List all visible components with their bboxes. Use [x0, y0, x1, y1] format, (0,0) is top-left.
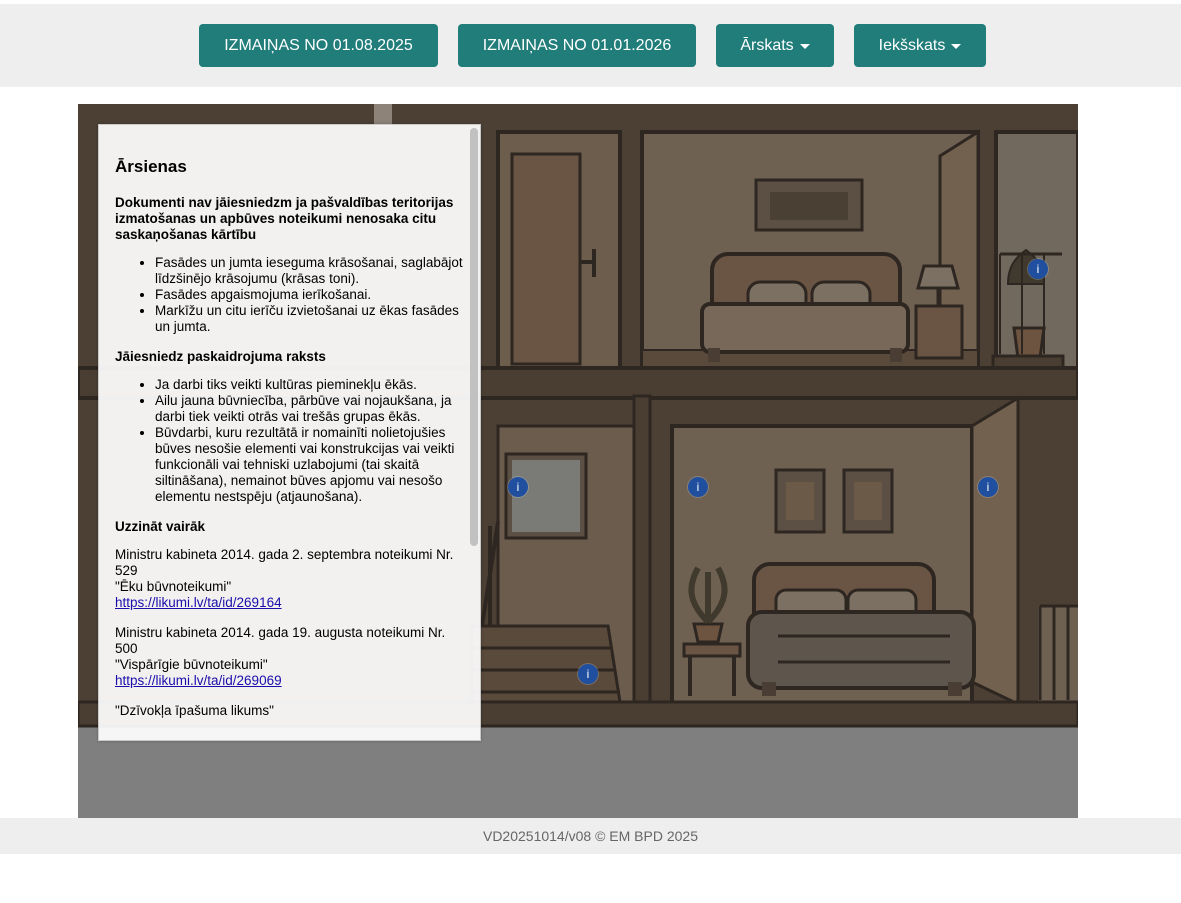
- interior-view-dropdown[interactable]: Iekšskats: [854, 24, 986, 67]
- info-panel: Ārsienas Dokumenti nav jāiesniedzm ja pa…: [98, 124, 481, 741]
- reference-name: "Ēku būvnoteikumi": [115, 579, 232, 594]
- reference-text: Ministru kabineta 2014. gada 2. septembr…: [115, 547, 454, 578]
- reference-name: "Vispārīgie būvnoteikumi": [115, 657, 268, 672]
- section-learn-more-heading: Uzzināt vairāk: [115, 519, 206, 534]
- panel-title: Ārsienas: [115, 157, 187, 176]
- changes-2026-button[interactable]: IZMAIŅAS NO 01.01.2026: [458, 24, 696, 67]
- footer: VD20251014/v08 © EM BPD 2025: [0, 818, 1181, 854]
- list-item: Ja darbi tiks veikti kultūras pieminekļu…: [155, 377, 464, 393]
- info-hotspot-side-wall[interactable]: i: [978, 477, 998, 497]
- exterior-view-dropdown[interactable]: Ārskats: [716, 24, 834, 67]
- list-item: Fasādes apgaismojuma ierīkošanai.: [155, 287, 464, 303]
- changes-2025-button[interactable]: IZMAIŅAS NO 01.08.2025: [199, 24, 438, 67]
- section-no-documents-heading: Dokumenti nav jāiesniedzm ja pašvaldības…: [115, 195, 454, 242]
- info-hotspot-balcony[interactable]: i: [1028, 259, 1048, 279]
- info-hotspot-interior-wall[interactable]: i: [688, 477, 708, 497]
- list-item: Ailu jauna būvniecība, pārbūve vai nojau…: [155, 393, 464, 425]
- info-panel-content: Ārsienas Dokumenti nav jāiesniedzm ja pa…: [99, 125, 464, 740]
- reference-link[interactable]: https://likumi.lv/ta/id/269164: [115, 595, 282, 610]
- explanation-list: Ja darbi tiks veikti kultūras pieminekļu…: [115, 377, 464, 505]
- reference-item: Ministru kabineta 2014. gada 19. augusta…: [115, 625, 464, 689]
- reference-item: "Dzīvokļa īpašuma likums": [115, 703, 464, 719]
- info-hotspot-window[interactable]: i: [508, 477, 528, 497]
- footer-text: VD20251014/v08 © EM BPD 2025: [482, 828, 698, 844]
- list-item: Markīžu un citu ierīču izvietošanai uz ē…: [155, 303, 464, 335]
- changes-2026-label: IZMAIŅAS NO 01.01.2026: [482, 36, 672, 54]
- interior-view-label: Iekšskats: [878, 36, 946, 54]
- caret-down-icon: [799, 44, 810, 49]
- section-explanation-heading: Jāiesniedz paskaidrojuma raksts: [115, 349, 326, 364]
- no-documents-list: Fasādes un jumta ieseguma krāsošanai, sa…: [115, 255, 464, 335]
- caret-down-icon: [951, 44, 962, 49]
- info-hotspot-stairs[interactable]: i: [578, 664, 598, 684]
- reference-text: Ministru kabineta 2014. gada 19. augusta…: [115, 625, 446, 656]
- reference-link[interactable]: https://likumi.lv/ta/id/269069: [115, 673, 282, 688]
- list-item: Būvdarbi, kuru rezultātā ir nomainīti no…: [155, 425, 464, 505]
- list-item: Fasādes un jumta ieseguma krāsošanai, sa…: [155, 255, 464, 287]
- exterior-view-label: Ārskats: [740, 36, 794, 54]
- panel-scrollbar[interactable]: [470, 128, 478, 546]
- changes-2025-label: IZMAIŅAS NO 01.08.2025: [224, 36, 413, 54]
- reference-name: "Dzīvokļa īpašuma likums": [115, 703, 274, 718]
- reference-item: Ministru kabineta 2014. gada 2. septembr…: [115, 547, 464, 611]
- top-navigation: IZMAIŅAS NO 01.08.2025 IZMAIŅAS NO 01.01…: [0, 4, 1181, 87]
